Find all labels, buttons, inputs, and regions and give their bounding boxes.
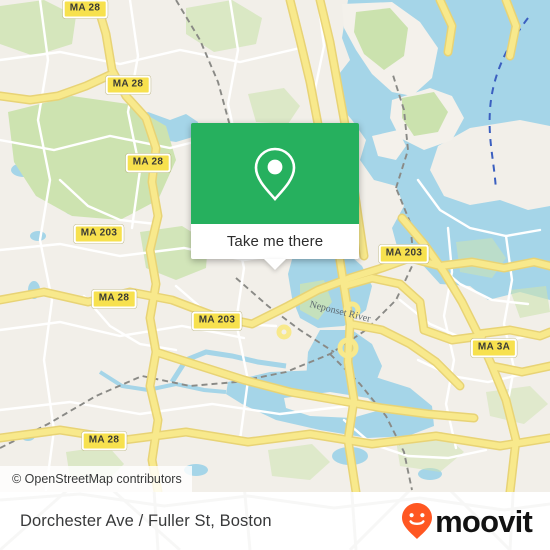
osm-attribution[interactable]: © OpenStreetMap contributors (0, 466, 192, 492)
moovit-wordmark: moovit (435, 503, 533, 539)
map-canvas[interactable]: MA 28 MA 28 MA 28 MA 203 MA 28 MA 203 MA… (0, 0, 550, 492)
callout-header (191, 123, 359, 224)
road-shield[interactable]: MA 28 (81, 431, 127, 451)
moovit-smiley-pin-icon (402, 503, 433, 539)
road-shield[interactable]: MA 28 (105, 75, 151, 95)
road-shield[interactable]: MA 203 (378, 244, 430, 264)
road-shield[interactable]: MA 203 (73, 224, 125, 244)
map-pin-icon (254, 147, 296, 201)
road-shield[interactable]: MA 28 (91, 289, 137, 309)
place-title: Dorchester Ave / Fuller St, Boston (20, 511, 272, 530)
road-shield[interactable]: MA 203 (191, 311, 243, 331)
callout-action[interactable]: Take me there (191, 224, 359, 270)
moovit-logo[interactable]: moovit (401, 502, 533, 540)
attribution-text: © OpenStreetMap contributors (12, 472, 182, 486)
take-me-there-label: Take me there (226, 233, 324, 250)
road-shield[interactable]: MA 3A (470, 338, 518, 358)
footer-bar: Dorchester Ave / Fuller St, Boston moovi… (0, 492, 550, 550)
map-screenshot: MA 28 MA 28 MA 28 MA 203 MA 28 MA 203 MA… (0, 0, 550, 550)
road-shield[interactable]: MA 28 (62, 0, 108, 19)
callout-pointer (264, 259, 286, 270)
destination-callout[interactable]: Take me there (191, 123, 359, 270)
road-shield[interactable]: MA 28 (125, 153, 171, 173)
